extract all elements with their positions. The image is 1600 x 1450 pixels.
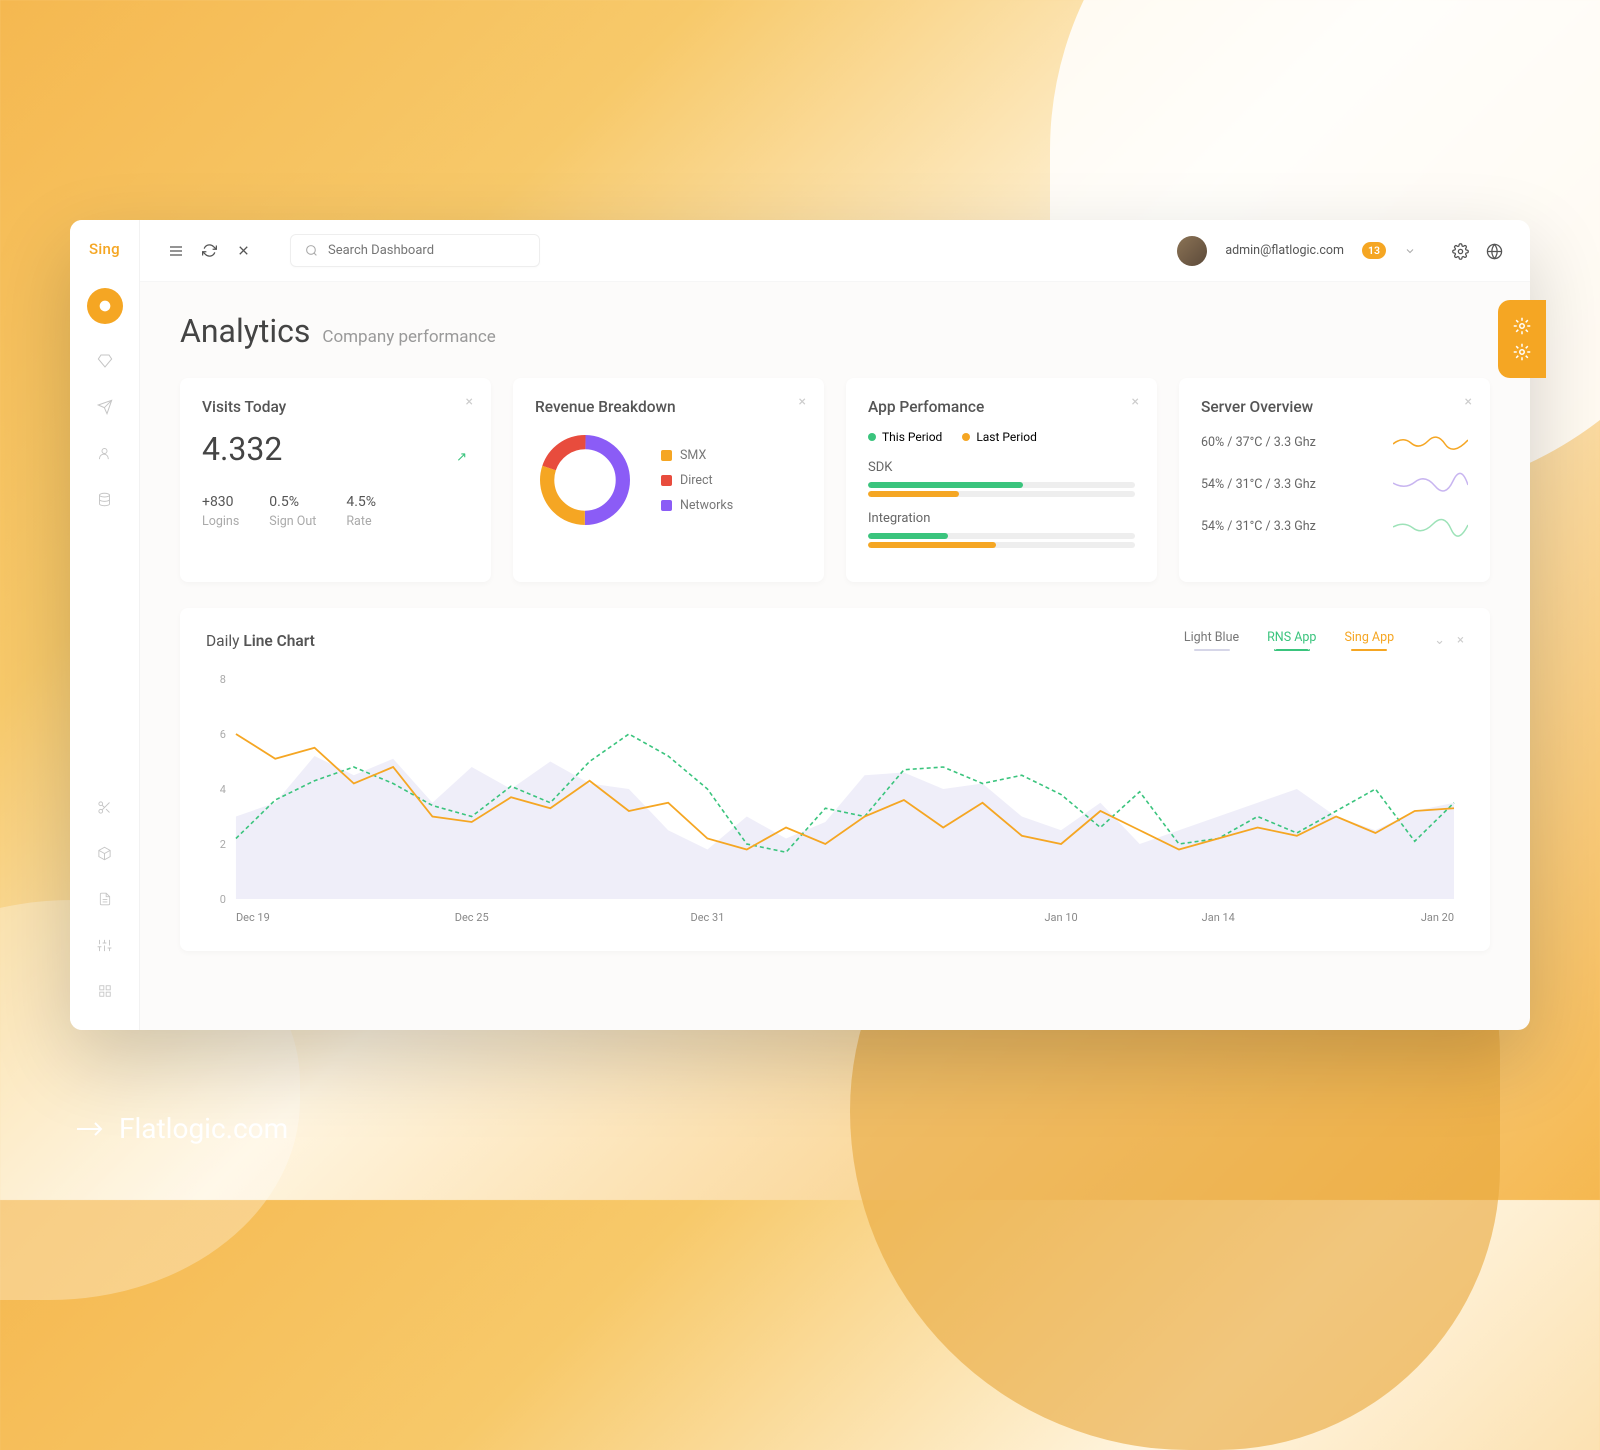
page-title: Analytics Company performance	[180, 312, 1490, 350]
server-line: 60% / 37°C / 3.3 Ghz	[1201, 430, 1468, 454]
svg-text:2: 2	[220, 838, 226, 851]
visits-value: 4.332	[202, 430, 469, 468]
nav-box-icon[interactable]	[96, 844, 114, 862]
stat-logins: +830 Logins	[202, 494, 239, 529]
card-title: Server Overview	[1201, 398, 1468, 416]
close-icon[interactable]	[236, 243, 252, 259]
nav-diamond-icon[interactable]	[96, 352, 114, 370]
stat-signout: 0.5% Sign Out	[269, 494, 316, 529]
main: admin@flatlogic.com 13 Analytics Company…	[140, 220, 1530, 1030]
donut-legend: SMX Direct Networks	[661, 448, 733, 513]
chart-legend: Light Blue RNS App Sing App	[1184, 630, 1394, 651]
menu-icon[interactable]	[168, 243, 184, 259]
nav-dashboard-icon[interactable]	[87, 288, 123, 324]
sidebar: Sing	[70, 220, 140, 1030]
chart-close-icon[interactable]: ×	[1457, 633, 1464, 648]
legend-rns-app[interactable]: RNS App	[1267, 630, 1316, 651]
perf-sdk: SDK	[868, 460, 1135, 497]
card-title: App Perfomance	[868, 398, 1135, 416]
legend-item: Direct	[661, 473, 733, 488]
svg-text:Dec 31: Dec 31	[691, 911, 725, 924]
app-frame: Sing	[70, 220, 1530, 1030]
sparkline-icon	[1393, 430, 1468, 454]
line-chart: 0 2 4 6 8 Dec 19 Dec 25 Dec 31 Jan 10 Jan 14 Jan 2…	[206, 669, 1464, 929]
svg-text:Dec 25: Dec 25	[455, 911, 489, 924]
perf-integration: Integration	[868, 511, 1135, 548]
legend-item: Networks	[661, 498, 733, 513]
card-daily-chart: Daily Line Chart Light Blue RNS App Sing	[180, 608, 1490, 951]
legend-last-period: Last Period	[962, 430, 1037, 444]
chevron-down-icon[interactable]	[1404, 245, 1416, 257]
svg-text:8: 8	[220, 673, 226, 686]
svg-text:Jan 20: Jan 20	[1421, 911, 1454, 924]
content: Analytics Company performance × Visits T…	[140, 282, 1530, 1030]
card-revenue: × Revenue Breakdown SMX Direct Networks	[513, 378, 824, 582]
card-visits: × Visits Today 4.332 ↗ +830 Logins 0.5% …	[180, 378, 491, 582]
trend-up-icon: ↗	[456, 450, 467, 465]
period-legend: This Period Last Period	[868, 430, 1135, 444]
server-line: 54% / 31°C / 3.3 Ghz	[1201, 514, 1468, 538]
footer-link[interactable]: Flatlogic.com	[75, 1112, 288, 1145]
legend-light-blue[interactable]: Light Blue	[1184, 630, 1239, 651]
svg-text:Dec 19: Dec 19	[236, 911, 270, 924]
svg-text:Jan 14: Jan 14	[1202, 911, 1235, 924]
svg-text:4: 4	[220, 783, 226, 796]
chart-title: Daily Line Chart	[206, 632, 315, 650]
search-box[interactable]	[290, 234, 540, 267]
globe-icon[interactable]	[1486, 243, 1502, 259]
legend-this-period: This Period	[868, 430, 942, 444]
cards-row: × Visits Today 4.332 ↗ +830 Logins 0.5% …	[180, 378, 1490, 582]
card-close-icon[interactable]: ×	[1465, 394, 1472, 410]
refresh-icon[interactable]	[202, 243, 218, 259]
card-title: Revenue Breakdown	[535, 398, 802, 416]
settings-tab[interactable]	[1498, 300, 1546, 378]
stat-rate: 4.5% Rate	[346, 494, 376, 529]
card-close-icon[interactable]: ×	[1132, 394, 1139, 410]
page-title-sub: Company performance	[322, 327, 495, 347]
card-title: Visits Today	[202, 398, 469, 416]
card-close-icon[interactable]: ×	[799, 394, 806, 410]
legend-sing-app[interactable]: Sing App	[1344, 630, 1394, 651]
svg-text:Jan 10: Jan 10	[1045, 911, 1078, 924]
server-line: 54% / 31°C / 3.3 Ghz	[1201, 472, 1468, 496]
avatar[interactable]	[1177, 236, 1207, 266]
chart-collapse-icon[interactable]: ⌄	[1434, 633, 1445, 648]
nav-send-icon[interactable]	[96, 398, 114, 416]
nav-sliders-icon[interactable]	[96, 936, 114, 954]
nav-document-icon[interactable]	[96, 890, 114, 908]
card-server: × Server Overview 60% / 37°C / 3.3 Ghz 5…	[1179, 378, 1490, 582]
nav-database-icon[interactable]	[96, 490, 114, 508]
gear-icon[interactable]	[1452, 243, 1468, 259]
sparkline-icon	[1393, 472, 1468, 496]
page-title-main: Analytics	[180, 312, 310, 350]
gear-icon	[1513, 317, 1531, 335]
card-close-icon[interactable]: ×	[466, 394, 473, 410]
search-icon	[305, 244, 318, 257]
svg-text:6: 6	[220, 728, 226, 741]
donut-chart	[535, 430, 635, 530]
legend-item: SMX	[661, 448, 733, 463]
gear-icon	[1513, 343, 1531, 361]
card-app-perf: × App Perfomance This Period Last Period…	[846, 378, 1157, 582]
nav-user-icon[interactable]	[96, 444, 114, 462]
notification-badge[interactable]: 13	[1362, 242, 1386, 259]
brand-logo[interactable]: Sing	[89, 240, 120, 258]
topbar: admin@flatlogic.com 13	[140, 220, 1530, 282]
user-email: admin@flatlogic.com	[1225, 243, 1344, 258]
nav-grid-icon[interactable]	[96, 982, 114, 1000]
sparkline-icon	[1393, 514, 1468, 538]
svg-text:0: 0	[220, 893, 226, 906]
arrow-right-icon	[75, 1119, 105, 1139]
nav-scissors-icon[interactable]	[96, 798, 114, 816]
search-input[interactable]	[328, 243, 525, 258]
